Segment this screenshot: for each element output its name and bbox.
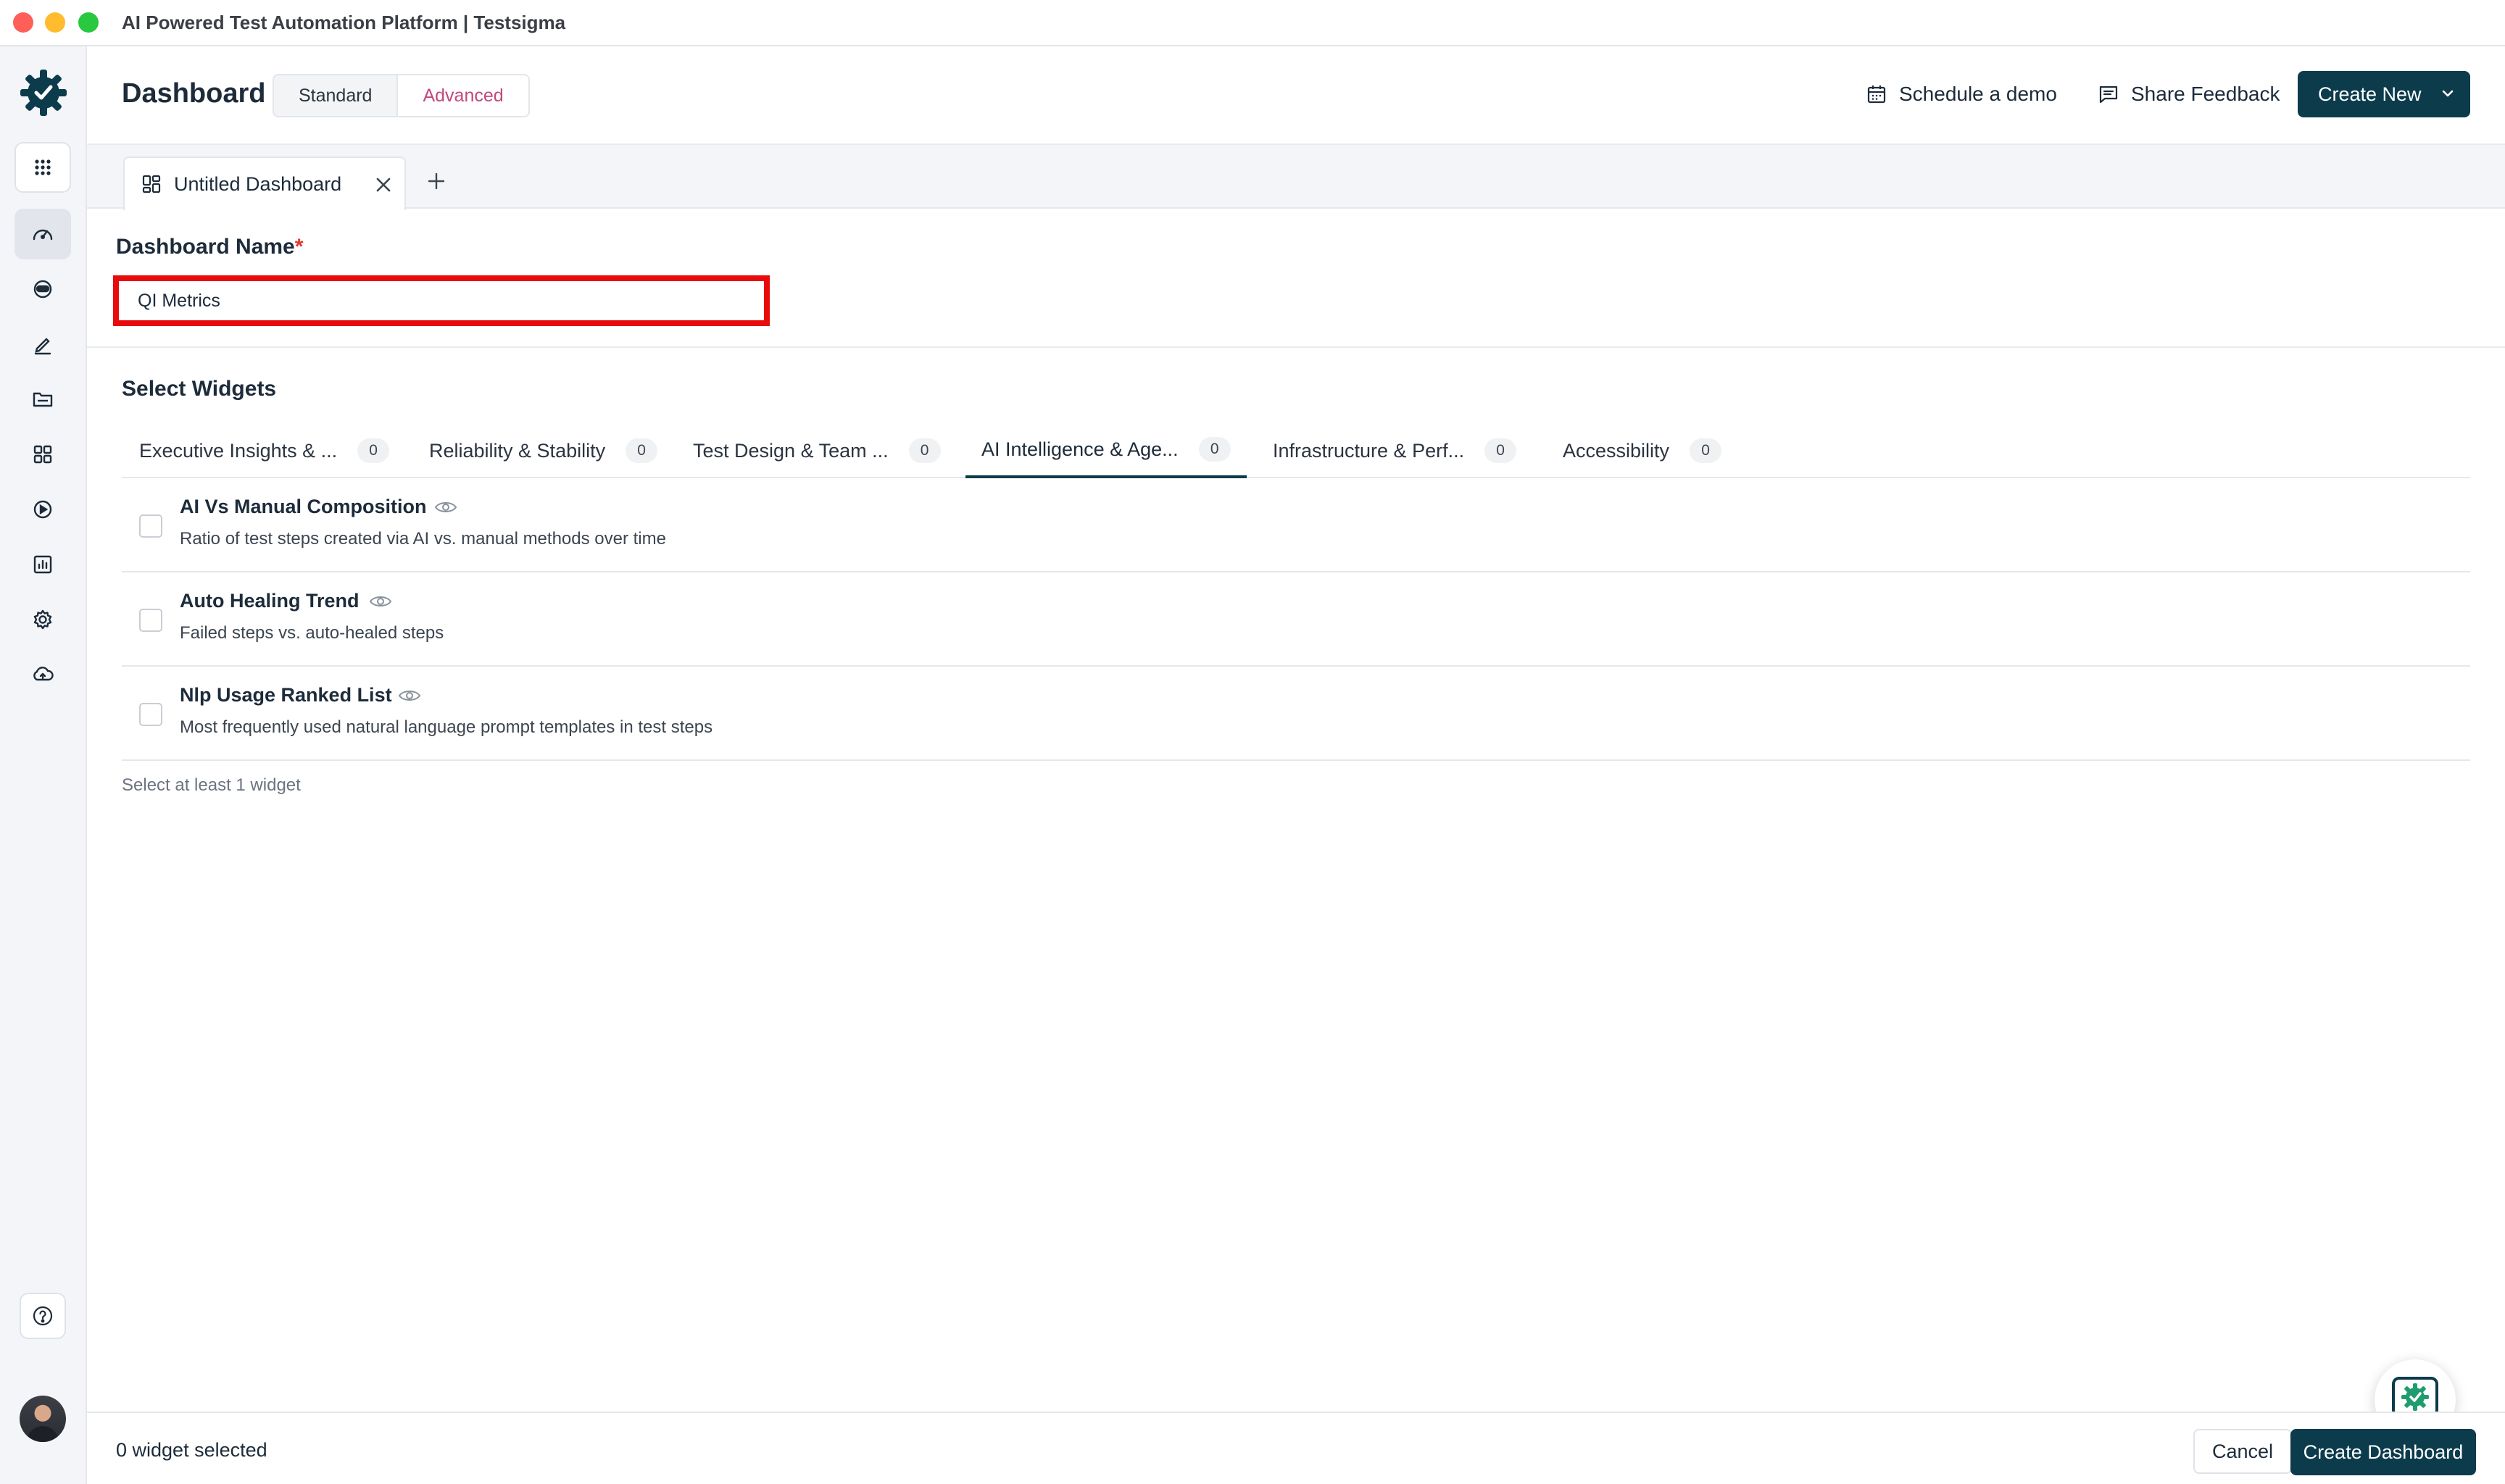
schedule-demo-label: Schedule a demo bbox=[1899, 83, 2057, 105]
widget-description: Most frequently used natural language pr… bbox=[180, 717, 713, 737]
dashboard-layout-icon bbox=[142, 175, 161, 193]
sidebar-cloud-button[interactable] bbox=[14, 649, 71, 700]
eye-preview-icon[interactable] bbox=[397, 685, 422, 706]
widget-name: Nlp Usage Ranked List bbox=[180, 684, 392, 706]
page-title: Dashboard bbox=[122, 78, 266, 109]
sidebar-help-button[interactable] bbox=[20, 1293, 66, 1339]
close-icon[interactable] bbox=[373, 174, 394, 196]
sidebar-runs-button[interactable] bbox=[14, 484, 71, 535]
settings-gear-icon bbox=[33, 609, 52, 630]
tab-accessibility[interactable]: Accessibility 0 bbox=[1563, 423, 1722, 478]
share-feedback-label: Share Feedback bbox=[2131, 83, 2280, 105]
view-toggle-standard[interactable]: Standard bbox=[274, 75, 396, 116]
tab-infrastructure-performance[interactable]: Infrastructure & Perf... 0 bbox=[1273, 423, 1517, 478]
help-icon bbox=[33, 1306, 53, 1326]
widget-description: Failed steps vs. auto-healed steps bbox=[180, 623, 444, 643]
category-count-badge: 0 bbox=[357, 438, 390, 463]
dashboard-gauge-icon bbox=[33, 229, 53, 241]
selected-widget-count: 0 widget selected bbox=[116, 1439, 267, 1461]
widget-description: Ratio of test steps created via AI vs. m… bbox=[180, 529, 666, 549]
view-toggle-advanced[interactable]: Advanced bbox=[396, 75, 528, 116]
page-header: Dashboard Standard Advanced Schedule a d… bbox=[87, 46, 2505, 145]
sidebar-files-button[interactable] bbox=[14, 374, 71, 425]
sidebar-widgets-button[interactable] bbox=[14, 429, 71, 480]
eye-preview-icon[interactable] bbox=[368, 591, 393, 612]
tab-ai-intelligence[interactable]: AI Intelligence & Age... 0 bbox=[965, 423, 1247, 478]
window-maximize-button[interactable] bbox=[78, 12, 99, 33]
category-label: Reliability & Stability bbox=[429, 439, 606, 462]
feedback-message-icon bbox=[2099, 86, 2118, 104]
window-minimize-button[interactable] bbox=[45, 12, 65, 33]
tab-test-design-team[interactable]: Test Design & Team ... 0 bbox=[693, 423, 941, 478]
category-label: Infrastructure & Perf... bbox=[1273, 439, 1465, 462]
chevron-down-icon[interactable] bbox=[2440, 86, 2456, 101]
category-count-badge: 0 bbox=[626, 438, 658, 463]
sidebar-settings-button[interactable] bbox=[14, 594, 71, 645]
category-count-badge: 0 bbox=[1690, 438, 1722, 463]
apps-grid-icon bbox=[35, 159, 51, 175]
sidebar-apps-button[interactable] bbox=[14, 142, 71, 193]
view-toggle: Standard Advanced bbox=[273, 74, 530, 117]
tab-untitled-dashboard[interactable]: Untitled Dashboard bbox=[123, 157, 406, 210]
window-close-button[interactable] bbox=[13, 12, 33, 33]
sidebar-agents-button[interactable] bbox=[14, 264, 71, 314]
sidebar bbox=[0, 46, 87, 1484]
window-title: AI Powered Test Automation Platform | Te… bbox=[122, 12, 566, 33]
window-titlebar: AI Powered Test Automation Platform | Te… bbox=[0, 0, 2505, 46]
category-count-badge: 0 bbox=[1484, 438, 1517, 463]
widget-category-tabs: Executive Insights & ... 0 Reliability &… bbox=[122, 423, 2470, 478]
widget-row: AI Vs Manual Composition Ratio of test s… bbox=[122, 478, 2470, 572]
select-widgets-title: Select Widgets bbox=[122, 377, 277, 401]
run-play-icon bbox=[33, 500, 52, 519]
create-new-label: Create New bbox=[2318, 83, 2422, 105]
agent-icon bbox=[33, 280, 52, 299]
widget-name: Auto Healing Trend bbox=[180, 590, 360, 612]
category-label: AI Intelligence & Age... bbox=[981, 438, 1179, 460]
cancel-button[interactable]: Cancel bbox=[2193, 1429, 2293, 1474]
reports-chart-icon bbox=[33, 555, 52, 574]
dashboard-name-label-text: Dashboard Name bbox=[116, 235, 295, 259]
tab-label: Untitled Dashboard bbox=[174, 172, 342, 195]
tab-executive-insights[interactable]: Executive Insights & ... 0 bbox=[139, 423, 390, 478]
widget-checkbox[interactable] bbox=[139, 703, 162, 726]
create-new-button[interactable]: Create New bbox=[2298, 71, 2470, 117]
sidebar-dashboard-button[interactable] bbox=[14, 209, 71, 259]
dashboard-name-label: Dashboard Name* bbox=[116, 235, 303, 259]
widgets-grid-icon bbox=[33, 445, 52, 464]
selection-hint: Select at least 1 widget bbox=[122, 775, 301, 795]
category-count-badge: 0 bbox=[908, 438, 941, 463]
plus-icon bbox=[428, 172, 445, 190]
category-count-badge: 0 bbox=[1198, 437, 1231, 462]
dashboard-tab-strip: Untitled Dashboard bbox=[87, 145, 2505, 210]
widget-row: Nlp Usage Ranked List Most frequently us… bbox=[122, 667, 2470, 761]
cloud-icon bbox=[33, 667, 54, 681]
schedule-demo-link[interactable]: Schedule a demo bbox=[1866, 83, 2057, 106]
widget-checkbox[interactable] bbox=[139, 609, 162, 632]
widget-name: AI Vs Manual Composition bbox=[180, 496, 427, 517]
required-mark: * bbox=[294, 235, 304, 259]
sidebar-reports-button[interactable] bbox=[14, 539, 71, 590]
share-feedback-link[interactable]: Share Feedback bbox=[2098, 83, 2280, 106]
footer-bar: 0 widget selected Cancel Create Dashboar… bbox=[87, 1412, 2505, 1484]
sidebar-authoring-button[interactable] bbox=[14, 319, 71, 370]
user-avatar[interactable] bbox=[20, 1396, 66, 1442]
edit-pencil-icon bbox=[34, 338, 51, 355]
tab-reliability-stability[interactable]: Reliability & Stability 0 bbox=[429, 423, 658, 478]
dashboard-name-input[interactable] bbox=[113, 275, 770, 326]
divider bbox=[87, 346, 2505, 348]
add-tab-button[interactable] bbox=[422, 167, 451, 196]
category-label: Executive Insights & ... bbox=[139, 439, 338, 462]
category-label: Test Design & Team ... bbox=[693, 439, 889, 462]
testsigma-logo-icon[interactable] bbox=[19, 68, 68, 117]
eye-preview-icon[interactable] bbox=[433, 497, 458, 517]
calendar-icon bbox=[1867, 86, 1886, 104]
folder-icon bbox=[33, 392, 53, 407]
category-label: Accessibility bbox=[1563, 439, 1670, 462]
widget-checkbox[interactable] bbox=[139, 514, 162, 538]
create-dashboard-button[interactable]: Create Dashboard bbox=[2290, 1429, 2476, 1475]
widget-row: Auto Healing Trend Failed steps vs. auto… bbox=[122, 572, 2470, 667]
